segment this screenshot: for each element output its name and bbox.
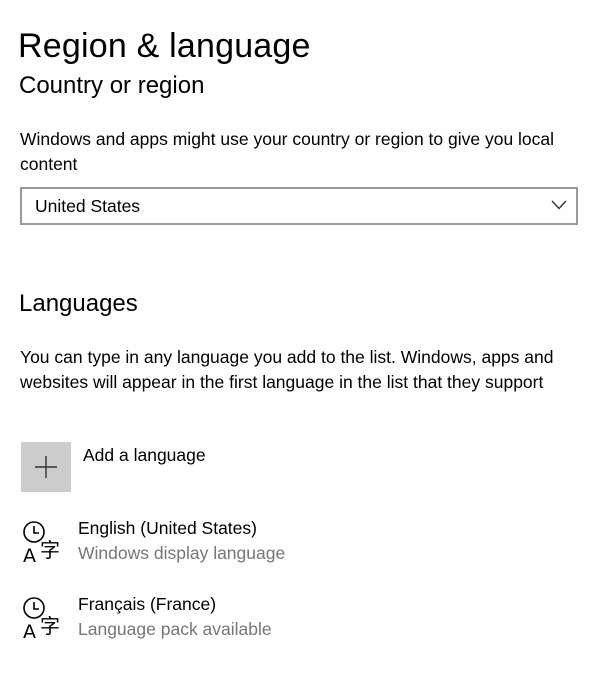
svg-text:字: 字 xyxy=(40,538,60,562)
language-item-french[interactable]: A 字 Français (France) Language pack avai… xyxy=(20,594,440,648)
add-language-label: Add a language xyxy=(83,445,206,465)
language-settings-icon: A 字 xyxy=(23,521,60,566)
language-settings-icon: A 字 xyxy=(23,597,60,642)
svg-text:A: A xyxy=(23,621,36,642)
language-item-english[interactable]: A 字 English (United States) Windows disp… xyxy=(20,518,440,572)
language-name: Français (France) xyxy=(78,594,217,614)
languages-heading: Languages xyxy=(19,290,138,317)
language-status: Windows display language xyxy=(78,543,286,563)
svg-text:字: 字 xyxy=(40,614,60,638)
plus-icon xyxy=(35,456,57,478)
add-language-tile[interactable] xyxy=(21,442,71,492)
page-title: Region & language xyxy=(18,26,311,65)
country-region-selected-value: United States xyxy=(35,196,141,216)
country-region-heading: Country or region xyxy=(19,72,205,99)
languages-description: You can type in any language you add to … xyxy=(20,347,554,392)
country-region-dropdown[interactable]: United States xyxy=(20,187,578,225)
language-name: English (United States) xyxy=(78,518,257,538)
svg-text:A: A xyxy=(23,545,36,566)
country-region-description: Windows and apps might use your country … xyxy=(20,129,555,174)
language-status: Language pack available xyxy=(78,619,272,639)
add-language-button[interactable]: Add a language xyxy=(21,442,321,494)
chevron-down-icon xyxy=(551,200,567,210)
